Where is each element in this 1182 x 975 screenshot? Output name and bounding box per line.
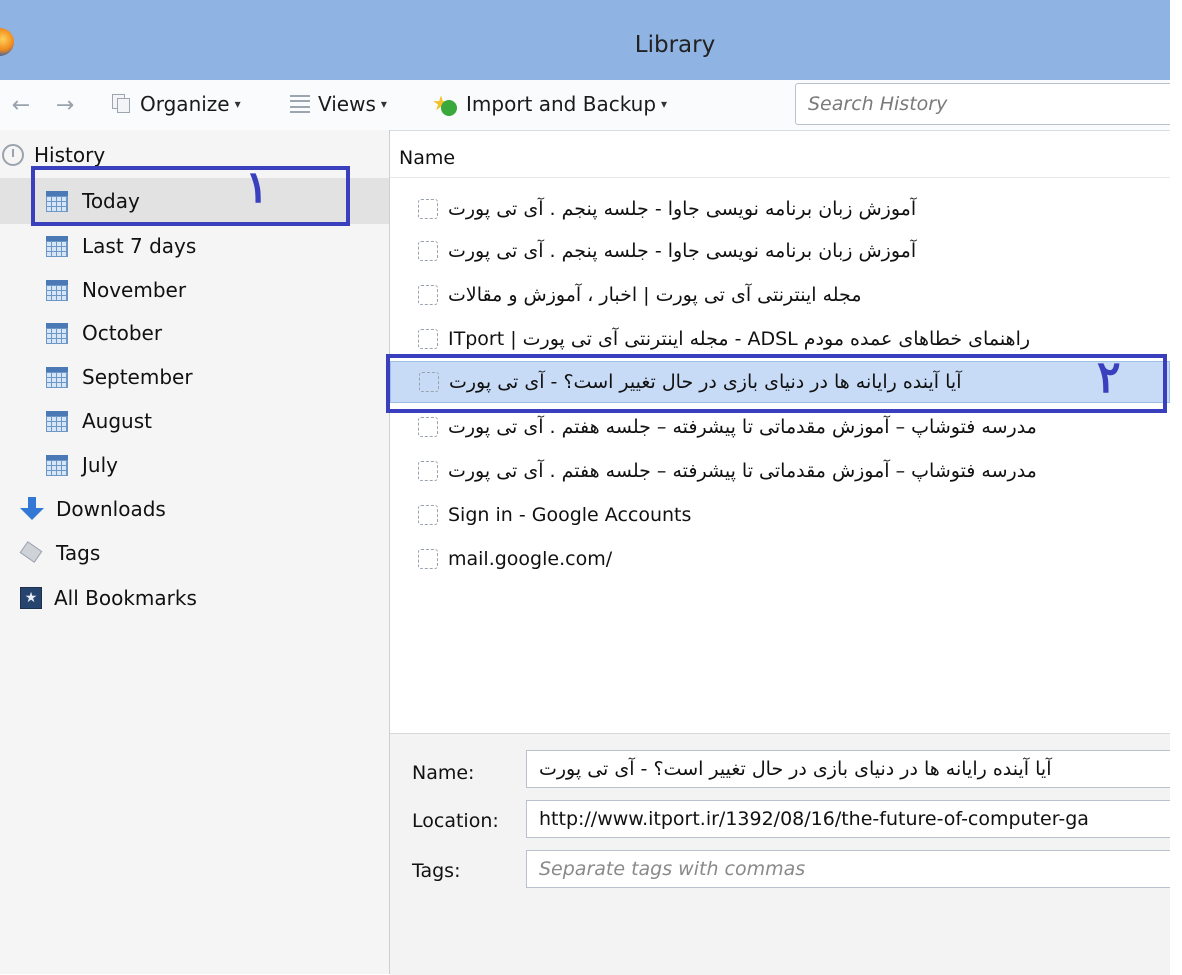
sidebar-item-label: October xyxy=(82,321,163,345)
location-field-label: Location: xyxy=(412,810,499,832)
name-field-value: آیا آینده رایانه ها در دنیای بازی در حال… xyxy=(539,758,1052,780)
sidebar-item-label: All Bookmarks xyxy=(54,586,197,610)
views-button[interactable]: Views ▾ xyxy=(290,88,387,120)
list-item-title: آموزش زبان برنامه نویسی جاوا - جلسه پنجم… xyxy=(448,240,917,262)
organize-icon xyxy=(112,94,132,114)
list-item-title: Sign in - Google Accounts xyxy=(448,504,692,526)
list-item[interactable]: آموزش زبان برنامه نویسی جاوا - جلسه پنجم… xyxy=(390,188,1170,230)
sidebar-item-label: September xyxy=(82,365,193,389)
list-item[interactable]: mail.google.com/ xyxy=(390,538,1170,580)
list-item[interactable]: مدرسه فتوشاپ – آموزش مقدماتی تا پیشرفته … xyxy=(390,450,1170,492)
favicon-placeholder-icon xyxy=(419,372,439,392)
sidebar-item-tags[interactable]: Tags xyxy=(19,533,101,573)
list-item[interactable]: آموزش زبان برنامه نویسی جاوا - جلسه پنجم… xyxy=(390,230,1170,272)
favicon-placeholder-icon xyxy=(418,461,438,481)
sidebar-item-august[interactable]: August xyxy=(46,401,152,441)
sidebar-item-history[interactable]: History xyxy=(2,135,105,175)
favicon-placeholder-icon xyxy=(418,505,438,525)
favicon-placeholder-icon xyxy=(418,549,438,569)
organize-label: Organize xyxy=(140,92,230,116)
sidebar-item-november[interactable]: November xyxy=(46,270,186,310)
sidebar-item-today[interactable]: Today xyxy=(46,181,140,221)
calendar-icon xyxy=(46,454,68,476)
title-bar: Library xyxy=(0,0,1170,90)
views-icon xyxy=(290,95,310,113)
list-item-selected[interactable]: آیا آینده رایانه ها در دنیای بازی در حال… xyxy=(390,361,1170,403)
annotation-number-two: ۲ xyxy=(1097,352,1121,403)
calendar-icon xyxy=(46,235,68,257)
sidebar-item-label: Tags xyxy=(56,541,101,565)
details-pane: Name: آیا آینده رایانه ها در دنیای بازی … xyxy=(390,733,1182,975)
sidebar-item-label: Downloads xyxy=(56,497,166,521)
sidebar-item-label: Last 7 days xyxy=(82,234,197,258)
import-backup-button[interactable]: ★ Import and Backup ▾ xyxy=(432,88,667,120)
chevron-down-icon: ▾ xyxy=(661,97,668,111)
name-field-label: Name: xyxy=(412,762,475,784)
list-item-title: آموزش زبان برنامه نویسی جاوا - جلسه پنجم… xyxy=(448,198,917,220)
sidebar-item-label: July xyxy=(82,453,118,477)
search-placeholder: Search History xyxy=(808,93,948,115)
location-field[interactable]: http://www.itport.ir/1392/08/16/the-futu… xyxy=(526,800,1182,838)
favicon-placeholder-icon xyxy=(418,241,438,261)
list-item[interactable]: ITport | مجله اینترنتی آی تی پورت - ADSL… xyxy=(390,318,1170,360)
sidebar-item-label: Today xyxy=(82,189,140,213)
calendar-icon xyxy=(46,279,68,301)
list-item[interactable]: Sign in - Google Accounts xyxy=(390,494,1170,536)
list-item-title: مجله اینترنتی آی تی پورت | اخبار ، آموزش… xyxy=(448,284,862,306)
sidebar-item-october[interactable]: October xyxy=(46,313,162,353)
sidebar-item-last-7-days[interactable]: Last 7 days xyxy=(46,226,196,266)
calendar-icon xyxy=(46,366,68,388)
history-clock-icon xyxy=(2,144,24,166)
list-item-title: مدرسه فتوشاپ – آموزش مقدماتی تا پیشرفته … xyxy=(448,416,1037,438)
location-field-value: http://www.itport.ir/1392/08/16/the-futu… xyxy=(539,808,1089,830)
sidebar-item-label: November xyxy=(82,278,187,302)
favicon-placeholder-icon xyxy=(418,329,438,349)
name-field[interactable]: آیا آینده رایانه ها در دنیای بازی در حال… xyxy=(526,750,1182,788)
chevron-down-icon: ▾ xyxy=(234,97,241,111)
column-header-name[interactable]: Name xyxy=(390,138,1170,178)
views-label: Views xyxy=(318,92,376,116)
import-backup-icon: ★ xyxy=(432,91,458,116)
calendar-icon xyxy=(46,322,68,344)
forward-arrow-icon[interactable]: → xyxy=(50,90,80,120)
tags-field-placeholder: Separate tags with commas xyxy=(539,858,806,880)
tags-field-label: Tags: xyxy=(412,860,461,882)
column-header-label: Name xyxy=(399,146,456,169)
search-history-input[interactable]: Search History xyxy=(795,83,1175,125)
history-list: آموزش زبان برنامه نویسی جاوا - جلسه پنجم… xyxy=(390,178,1170,733)
sidebar-item-label: History xyxy=(34,143,106,167)
favicon-placeholder-icon xyxy=(418,417,438,437)
back-arrow-icon[interactable]: ← xyxy=(6,90,36,120)
bookmarks-star-icon: ★ xyxy=(20,587,42,609)
window-right-edge xyxy=(1170,0,1182,974)
list-item[interactable]: مجله اینترنتی آی تی پورت | اخبار ، آموزش… xyxy=(390,274,1170,316)
sidebar-item-downloads[interactable]: Downloads xyxy=(20,489,166,529)
list-item-title: ITport | مجله اینترنتی آی تی پورت - ADSL… xyxy=(448,328,1031,350)
window-title: Library xyxy=(634,32,716,58)
chevron-down-icon: ▾ xyxy=(380,97,387,111)
list-item-title: مدرسه فتوشاپ – آموزش مقدماتی تا پیشرفته … xyxy=(448,460,1037,482)
favicon-placeholder-icon xyxy=(418,285,438,305)
list-item-title: آیا آینده رایانه ها در دنیای بازی در حال… xyxy=(449,371,962,393)
annotation-number-one: ۱ xyxy=(245,162,269,213)
toolbar: ← → Organize ▾ Views ▾ ★ Import and Back… xyxy=(0,80,1175,131)
organize-button[interactable]: Organize ▾ xyxy=(112,88,241,120)
list-item[interactable]: مدرسه فتوشاپ – آموزش مقدماتی تا پیشرفته … xyxy=(390,406,1170,448)
calendar-icon xyxy=(46,410,68,432)
sidebar-item-label: August xyxy=(82,409,152,433)
sidebar-item-september[interactable]: September xyxy=(46,357,193,397)
sidebar-item-all-bookmarks[interactable]: ★ All Bookmarks xyxy=(20,578,197,618)
tag-icon xyxy=(19,541,44,564)
sidebar-item-july[interactable]: July xyxy=(46,445,118,485)
calendar-icon xyxy=(46,190,68,212)
download-arrow-icon xyxy=(20,497,44,521)
tags-field[interactable]: Separate tags with commas xyxy=(526,850,1182,888)
favicon-placeholder-icon xyxy=(418,199,438,219)
list-item-title: mail.google.com/ xyxy=(448,548,613,570)
import-backup-label: Import and Backup xyxy=(466,92,657,116)
